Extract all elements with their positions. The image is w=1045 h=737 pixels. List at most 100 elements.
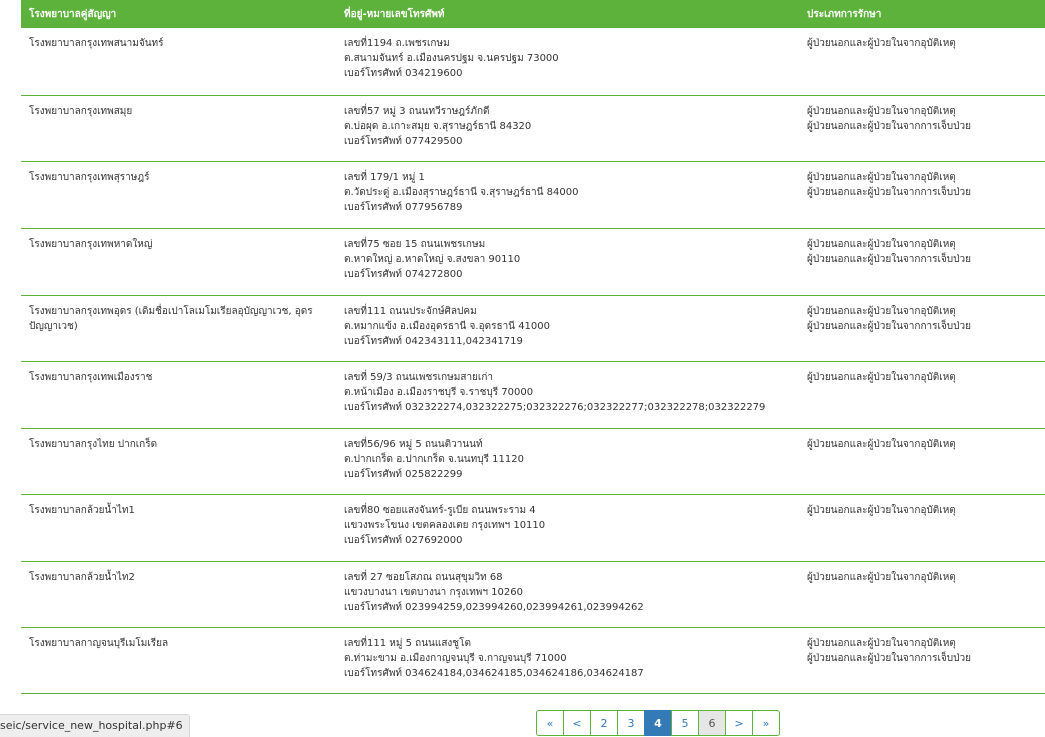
table-row: โรงพยาบาลกรุงเทพสมุย เลขที่57 หมู่ 3 ถนนท… bbox=[21, 95, 1045, 162]
hospital-name-cell: โรงพยาบาลกรุงเทพหาดใหญ่ bbox=[21, 228, 336, 296]
treatment-type: ผู้ป่วยนอกและผู้ป่วยในจากการเจ็บป่วย bbox=[807, 652, 971, 664]
first-page-button[interactable]: « bbox=[536, 710, 564, 736]
table-body: โรงพยาบาลกรุงเทพสนามจันทร์ เลขที่1194 ถ.เ… bbox=[21, 28, 1045, 694]
hospital-name: โรงพยาบาลกรุงเทพหาดใหญ่ bbox=[29, 238, 153, 250]
hospital-table: โรงพยาบาลคู่สัญญา ที่อยู่-หมายเลขโทรศัพท… bbox=[21, 0, 1045, 694]
address-line: เลขที่ 179/1 หมู่ 1 bbox=[344, 171, 425, 183]
hospital-name-cell: โรงพยาบาลกล้วยน้ำไท1 bbox=[21, 494, 336, 562]
address-line: ต.หาดใหญ่ อ.หาดใหญ่ จ.สงขลา 90110 bbox=[344, 253, 521, 265]
treatment-type-cell: ผู้ป่วยนอกและผู้ป่วยในจากอุบัติเหตุผู้ป่… bbox=[799, 228, 1045, 296]
table-row: โรงพยาบาลกล้วยน้ำไท2 เลขที่ 27 ซอยโสภณ ถน… bbox=[21, 561, 1045, 628]
address-cell: เลขที่ 27 ซอยโสภณ ถนนสุขุมวิท 68 แขวงบางน… bbox=[336, 561, 799, 628]
page-3-button[interactable]: 3 bbox=[617, 710, 645, 736]
hospital-name: โรงพยาบาลกล้วยน้ำไท1 bbox=[29, 504, 135, 516]
treatment-type-cell: ผู้ป่วยนอกและผู้ป่วยในจากอุบัติเหตุผู้ป่… bbox=[799, 627, 1045, 694]
hospital-name: โรงพยาบาลกรุงเทพสมุย bbox=[29, 105, 133, 117]
address-line: ต.ปากเกร็ด อ.ปากเกร็ด จ.นนทบุรี 11120 bbox=[344, 453, 524, 465]
address-line: แขวงพระโขนง เขตคลองเตย กรุงเทพฯ 10110 bbox=[344, 519, 546, 531]
treatment-type: ผู้ป่วยนอกและผู้ป่วยในจากอุบัติเหตุ bbox=[807, 238, 956, 250]
address-line: เลขที่1194 ถ.เพชรเกษม bbox=[344, 38, 450, 49]
address-line: เลขที่80 ซอยแสงจันทร์-รูเบีย ถนนพระราม 4 bbox=[344, 504, 536, 516]
hospital-name-cell: โรงพยาบาลกรุงเทพอุดร (เดิมชื่อเปาโลเมโมเ… bbox=[21, 295, 336, 362]
phone-line: เบอร์โทรศัพท์ 027692000 bbox=[344, 534, 463, 546]
phone-line: เบอร์โทรศัพท์ 025822299 bbox=[344, 468, 463, 480]
address-line: ต.วัดประดู่ อ.เมืองสุราษฎร์ธานี จ.สุราษฎ… bbox=[344, 186, 579, 198]
treatment-type: ผู้ป่วยนอกและผู้ป่วยในจากอุบัติเหตุ bbox=[807, 571, 956, 583]
address-cell: เลขที่111 ถนนประจักษ์ศิลปคมต.หมากแข้ง อ.… bbox=[336, 295, 799, 362]
table-row: โรงพยาบาลกล้วยน้ำไท1 เลขที่80 ซอยแสงจันทร… bbox=[21, 494, 1045, 562]
address-line: ต.บ่อผุด อ.เกาะสมุย จ.สุราษฎร์ธานี 84320 bbox=[344, 120, 532, 132]
treatment-type: ผู้ป่วยนอกและผู้ป่วยในจากการเจ็บป่วย bbox=[807, 253, 971, 265]
treatment-type: ผู้ป่วยนอกและผู้ป่วยในจากอุบัติเหตุ bbox=[807, 171, 956, 183]
table-row: โรงพยาบาลกรุงเทพหาดใหญ่ เลขที่75 ซอย 15 ถ… bbox=[21, 228, 1045, 296]
address-line: แขวงบางนา เขตบางนา กรุงเทพฯ 10260 bbox=[344, 586, 523, 598]
treatment-type-cell: ผู้ป่วยนอกและผู้ป่วยในจากอุบัติเหตุ bbox=[799, 561, 1045, 628]
hospital-name-cell: โรงพยาบาลกาญจนบุรีเมโมเรียล bbox=[21, 627, 336, 694]
treatment-type: ผู้ป่วยนอกและผู้ป่วยในจากอุบัติเหตุ bbox=[807, 371, 956, 383]
address-line: เลขที่111 ถนนประจักษ์ศิลปคม bbox=[344, 305, 477, 317]
address-line: ต.ท่ามะขาม อ.เมืองกาญจนบุรี จ.กาญจนบุรี … bbox=[344, 652, 567, 664]
page-6-button[interactable]: 6 bbox=[698, 710, 726, 736]
address-line: เลขที่111 หมู่ 5 ถนนแสงชูโต bbox=[344, 637, 471, 649]
hospital-name-cell: โรงพยาบาลกรุงไทย ปากเกร็ด bbox=[21, 428, 336, 495]
column-header-treatment-type: ประเภทการรักษา bbox=[799, 0, 1045, 28]
next-page-button[interactable]: > bbox=[725, 710, 753, 736]
prev-page-button[interactable]: < bbox=[563, 710, 591, 736]
address-cell: เลขที่75 ซอย 15 ถนนเพชรเกษมต.หาดใหญ่ อ.ห… bbox=[336, 228, 799, 296]
treatment-type: ผู้ป่วยนอกและผู้ป่วยในจากอุบัติเหตุ bbox=[807, 504, 956, 516]
phone-line: เบอร์โทรศัพท์ 074272800 bbox=[344, 268, 463, 280]
hospital-name-cell: โรงพยาบาลกรุงเทพเมืองราช bbox=[21, 361, 336, 429]
hospital-name: โรงพยาบาลกรุงเทพอุดร (เดิมชื่อเปาโลเมโมเ… bbox=[29, 305, 313, 332]
treatment-type-cell: ผู้ป่วยนอกและผู้ป่วยในจากอุบัติเหตุ bbox=[799, 28, 1045, 96]
hospital-name: โรงพยาบาลกาญจนบุรีเมโมเรียล bbox=[29, 637, 169, 649]
column-header-address: ที่อยู่-หมายเลขโทรศัพท์ bbox=[336, 0, 799, 28]
treatment-type-cell: ผู้ป่วยนอกและผู้ป่วยในจากอุบัติเหตุ ผู้ป่… bbox=[799, 95, 1045, 162]
treatment-type: ผู้ป่วยนอกและผู้ป่วยในจากอุบัติเหตุ bbox=[807, 637, 956, 649]
address-line: ต.หน้าเมือง อ.เมืองราชบุรี จ.ราชบุรี 700… bbox=[344, 386, 534, 398]
treatment-type: ผู้ป่วยนอกและผู้ป่วยในจากอุบัติเหตุ bbox=[807, 105, 956, 117]
hospital-name: โรงพยาบาลกรุงไทย ปากเกร็ด bbox=[29, 438, 158, 450]
hospital-name-cell: โรงพยาบาลกรุงเทพสมุย bbox=[21, 95, 336, 162]
status-bar-url: seic/service_new_hospital.php#6 bbox=[0, 714, 190, 737]
page-4-button[interactable]: 4 bbox=[644, 710, 672, 736]
treatment-type-cell: ผู้ป่วยนอกและผู้ป่วยในจากอุบัติเหตุ bbox=[799, 428, 1045, 495]
column-header-hospital: โรงพยาบาลคู่สัญญา bbox=[21, 0, 336, 28]
treatment-type: ผู้ป่วยนอกและผู้ป่วยในจากการเจ็บป่วย bbox=[807, 186, 971, 198]
hospital-name-cell: โรงพยาบาลกล้วยน้ำไท2 bbox=[21, 561, 336, 628]
address-cell: เลขที่1194 ถ.เพชรเกษม ต.สนามจันทร์ อ.เมือ… bbox=[336, 28, 799, 96]
table-row: โรงพยาบาลกรุงเทพเมืองราช เลขที่ 59/3 ถนนเ… bbox=[21, 361, 1045, 429]
hospital-name-cell: โรงพยาบาลกรุงเทพสนามจันทร์ bbox=[21, 28, 336, 96]
treatment-type: ผู้ป่วยนอกและผู้ป่วยในจากอุบัติเหตุ bbox=[807, 38, 956, 49]
last-page-button[interactable]: » bbox=[752, 710, 780, 736]
treatment-type: ผู้ป่วยนอกและผู้ป่วยในจากอุบัติเหตุ bbox=[807, 438, 956, 450]
address-cell: เลขที่57 หมู่ 3 ถนนทวีราษฎร์ภักดีต.บ่อผุ… bbox=[336, 95, 799, 162]
page-5-button[interactable]: 5 bbox=[671, 710, 699, 736]
table-row: โรงพยาบาลกรุงเทพสนามจันทร์ เลขที่1194 ถ.เ… bbox=[21, 28, 1045, 96]
hospital-table-container: โรงพยาบาลคู่สัญญา ที่อยู่-หมายเลขโทรศัพท… bbox=[21, 0, 1045, 694]
address-cell: เลขที่56/96 หมู่ 5 ถนนติวานนท์ต.ปากเกร็ด… bbox=[336, 428, 799, 495]
phone-line: เบอร์โทรศัพท์ 034219600 bbox=[344, 68, 463, 79]
table-row: โรงพยาบาลกรุงเทพอุดร (เดิมชื่อเปาโลเมโมเ… bbox=[21, 295, 1045, 362]
table-header-row: โรงพยาบาลคู่สัญญา ที่อยู่-หมายเลขโทรศัพท… bbox=[21, 0, 1045, 28]
treatment-type-cell: ผู้ป่วยนอกและผู้ป่วยในจากอุบัติเหตุผู้ป่… bbox=[799, 161, 1045, 229]
address-line: เลขที่56/96 หมู่ 5 ถนนติวานนท์ bbox=[344, 438, 483, 450]
table-row: โรงพยาบาลกาญจนบุรีเมโมเรียล เลขที่111 หมู… bbox=[21, 627, 1045, 694]
address-cell: เลขที่ 179/1 หมู่ 1 ต.วัดประดู่ อ.เมืองสุ… bbox=[336, 161, 799, 229]
table-row: โรงพยาบาลกรุงเทพสุราษฎร์ เลขที่ 179/1 หมู… bbox=[21, 161, 1045, 229]
treatment-type: ผู้ป่วยนอกและผู้ป่วยในจากอุบัติเหตุ bbox=[807, 305, 956, 317]
address-line: ต.หมากแข้ง อ.เมืองอุดรธานี จ.อุดรธานี 41… bbox=[344, 320, 551, 332]
table-row: โรงพยาบาลกรุงไทย ปากเกร็ด เลขที่56/96 หมู… bbox=[21, 428, 1045, 495]
address-cell: เลขที่80 ซอยแสงจันทร์-รูเบีย ถนนพระราม 4… bbox=[336, 494, 799, 562]
hospital-name: โรงพยาบาลกรุงเทพเมืองราช bbox=[29, 371, 153, 383]
address-line: เลขที่75 ซอย 15 ถนนเพชรเกษม bbox=[344, 238, 486, 250]
treatment-type-cell: ผู้ป่วยนอกและผู้ป่วยในจากอุบัติเหตุผู้ป่… bbox=[799, 295, 1045, 362]
address-line: เลขที่57 หมู่ 3 ถนนทวีราษฎร์ภักดี bbox=[344, 105, 490, 117]
phone-line: เบอร์โทรศัพท์ 077956789 bbox=[344, 201, 463, 213]
phone-line: เบอร์โทรศัพท์ 042343111,042341719 bbox=[344, 335, 523, 347]
treatment-type: ผู้ป่วยนอกและผู้ป่วยในจากการเจ็บป่วย bbox=[807, 320, 971, 332]
address-cell: เลขที่111 หมู่ 5 ถนนแสงชูโตต.ท่ามะขาม อ.… bbox=[336, 627, 799, 694]
phone-line: เบอร์โทรศัพท์ 032322274,032322275;032322… bbox=[344, 401, 766, 413]
treatment-type-cell: ผู้ป่วยนอกและผู้ป่วยในจากอุบัติเหตุ bbox=[799, 494, 1045, 562]
address-line: เลขที่ 27 ซอยโสภณ ถนนสุขุมวิท 68 bbox=[344, 571, 503, 583]
page-2-button[interactable]: 2 bbox=[590, 710, 618, 736]
